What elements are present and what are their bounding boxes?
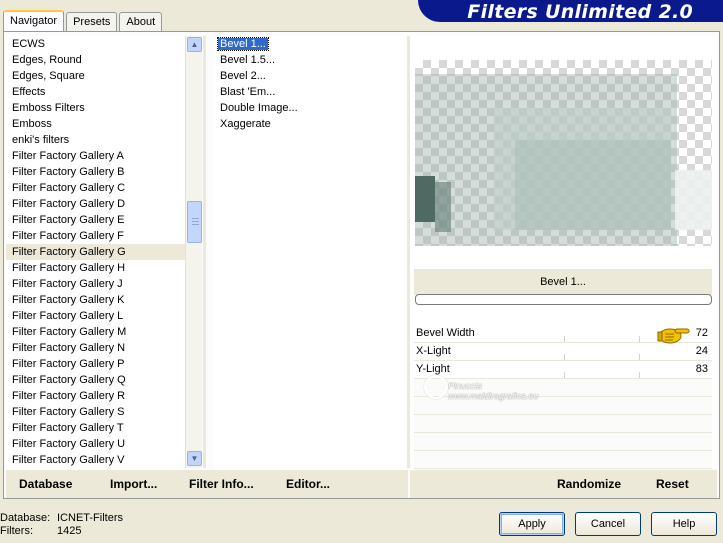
- category-item[interactable]: Emboss Filters: [6, 100, 185, 116]
- category-item[interactable]: Filter Factory Gallery C: [6, 180, 185, 196]
- status-info: Database: ICNET-Filters Filters: 1425: [0, 512, 123, 538]
- watermark-name: Pinuccia: [448, 381, 483, 391]
- filter-item[interactable]: Xaggerate: [214, 116, 407, 132]
- filters-label: Filters:: [0, 525, 33, 537]
- apply-button[interactable]: Apply: [499, 512, 565, 536]
- database-value: ICNET-Filters: [57, 512, 123, 524]
- filter-item-label: Bevel 1.5...: [220, 54, 276, 66]
- category-item[interactable]: Edges, Round: [6, 52, 185, 68]
- watermark-logo: [424, 375, 448, 399]
- filter-item-label: Bevel 2...: [220, 70, 266, 82]
- database-button[interactable]: Database: [19, 477, 72, 491]
- tab-strip: Navigator Presets About: [3, 10, 164, 32]
- selected-filter-name: Bevel 1...: [414, 269, 712, 295]
- filter-info-button[interactable]: Filter Info...: [189, 477, 254, 491]
- empty-param-slot: [414, 415, 712, 433]
- category-scrollbar[interactable]: ▲ ▼: [185, 36, 202, 468]
- param-slider-x-light[interactable]: X-Light 24: [414, 343, 712, 361]
- filter-item-label: Double Image...: [220, 102, 298, 114]
- param-value: 24: [695, 345, 708, 357]
- category-item[interactable]: Filter Factory Gallery R: [6, 388, 185, 404]
- scroll-thumb[interactable]: [187, 201, 202, 243]
- filter-item[interactable]: Bevel 2...: [214, 68, 407, 84]
- param-value: 72: [695, 327, 708, 339]
- filter-item[interactable]: Blast 'Em...: [214, 84, 407, 100]
- tab-about[interactable]: About: [119, 12, 163, 31]
- scroll-down-button[interactable]: ▼: [187, 451, 202, 466]
- watermark-url: www.maldiragrafica.eu: [448, 391, 539, 401]
- tab-navigator[interactable]: Navigator: [3, 10, 65, 32]
- filter-item[interactable]: Bevel 1.5...: [214, 52, 407, 68]
- database-label: Database:: [0, 512, 51, 524]
- category-list[interactable]: ECWS Edges, Round Edges, Square Effects Embo…: [6, 36, 185, 468]
- category-item[interactable]: Filter Factory Gallery L: [6, 308, 185, 324]
- param-slider-y-light[interactable]: Y-Light 83: [414, 361, 712, 379]
- category-item[interactable]: Filter Factory Gallery T: [6, 420, 185, 436]
- category-item[interactable]: enki's filters: [6, 132, 185, 148]
- category-item[interactable]: Effects: [6, 84, 185, 100]
- randomize-button[interactable]: Randomize: [557, 477, 621, 491]
- filter-settings-pane: Bevel 1... Bevel Width 72 X-Light 24 Y-L…: [410, 36, 717, 469]
- category-item[interactable]: Filter Factory Gallery E: [6, 212, 185, 228]
- category-item[interactable]: Filter Factory Gallery Q: [6, 372, 185, 388]
- progress-bar: [415, 294, 712, 305]
- app-title: Filters Unlimited 2.0: [467, 1, 693, 23]
- editor-button[interactable]: Editor...: [286, 477, 330, 491]
- scroll-up-button[interactable]: ▲: [187, 37, 202, 52]
- empty-param-slot: [414, 433, 712, 451]
- category-item[interactable]: Filter Factory Gallery K: [6, 292, 185, 308]
- brand-banner: Filters Unlimited 2.0: [418, 0, 723, 23]
- category-item[interactable]: Filter Factory Gallery S: [6, 404, 185, 420]
- category-item[interactable]: Edges, Square: [6, 68, 185, 84]
- param-slider-bevel-width[interactable]: Bevel Width 72: [414, 325, 712, 344]
- import-button[interactable]: Import...: [110, 477, 157, 491]
- category-item[interactable]: Filter Factory Gallery F: [6, 228, 185, 244]
- tab-presets[interactable]: Presets: [66, 12, 118, 31]
- param-value: 83: [695, 363, 708, 375]
- empty-param-slot: [414, 451, 712, 469]
- filter-item-label: Xaggerate: [220, 118, 271, 130]
- filter-item[interactable]: Double Image...: [214, 100, 407, 116]
- watermark: Pinuccia www.maldiragrafica.eu: [424, 375, 539, 401]
- cancel-button[interactable]: Cancel: [575, 512, 641, 536]
- category-item[interactable]: Filter Factory Gallery B: [6, 164, 185, 180]
- category-item[interactable]: Emboss: [6, 116, 185, 132]
- category-item[interactable]: Filter Factory Gallery P: [6, 356, 185, 372]
- reset-button[interactable]: Reset: [656, 477, 689, 491]
- filter-item-label: Blast 'Em...: [220, 86, 276, 98]
- pointing-hand-icon: [657, 328, 690, 344]
- filter-list[interactable]: Bevel 1... Bevel 1.5... Bevel 2... Blast 'E…: [214, 36, 407, 468]
- filter-item-label: Bevel 1...: [217, 37, 269, 51]
- param-label: Bevel Width: [416, 327, 475, 339]
- filters-count: 1425: [57, 525, 82, 537]
- category-item[interactable]: Filter Factory Gallery H: [6, 260, 185, 276]
- category-item[interactable]: Filter Factory Gallery U: [6, 436, 185, 452]
- category-item[interactable]: Filter Factory Gallery J: [6, 276, 185, 292]
- preview-image: [415, 60, 712, 246]
- category-item[interactable]: Filter Factory Gallery G: [6, 244, 185, 260]
- filter-item[interactable]: Bevel 1...: [214, 36, 407, 52]
- category-item[interactable]: Filter Factory Gallery N: [6, 340, 185, 356]
- category-item[interactable]: Filter Factory Gallery A: [6, 148, 185, 164]
- category-item[interactable]: Filter Factory Gallery D: [6, 196, 185, 212]
- category-item[interactable]: Filter Factory Gallery V: [6, 452, 185, 468]
- pane-divider[interactable]: [203, 36, 206, 468]
- category-item[interactable]: Filter Factory Gallery M: [6, 324, 185, 340]
- help-button[interactable]: Help: [651, 512, 717, 536]
- category-item[interactable]: ECWS: [6, 36, 185, 52]
- param-label: X-Light: [416, 345, 451, 357]
